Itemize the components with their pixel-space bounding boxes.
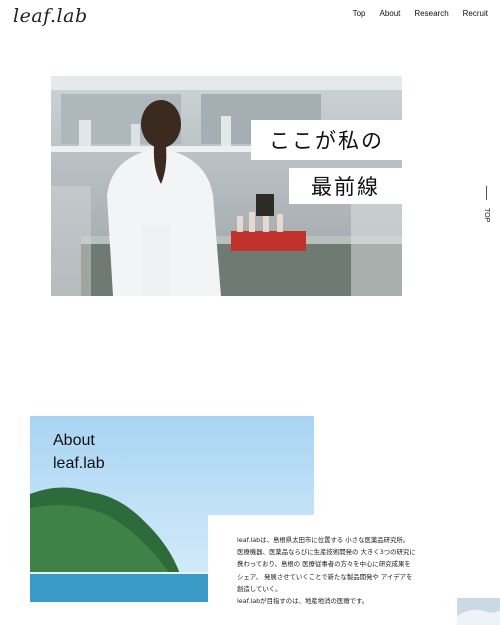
about-heading: About leaf.lab [53, 429, 105, 475]
about-line: 創造していく。 [237, 584, 282, 593]
main-nav: Top About Research Recruit [353, 9, 488, 18]
hero-caption-line2: 最前線 [289, 168, 402, 204]
site-logo[interactable]: leaf.lab [13, 5, 88, 27]
nav-top[interactable]: Top [353, 9, 366, 18]
hero-caption-line1: ここが私の [251, 120, 402, 160]
about-line: 医療機器、医薬品ならびに生産技術開発の 大きく3つの研究に [237, 548, 416, 557]
about-line: leaf.labは、島根県太田市に位置する 小さな医薬品研究所。 [237, 536, 410, 544]
research-thumbnail-image [457, 598, 500, 625]
about-line: 携わっており、島根の 医療従事者の方々を中心に研究成果を [237, 560, 411, 569]
hero-image: ここが私の 最前線 [51, 76, 402, 296]
about-description: leaf.labは、島根県太田市に位置する 小さな医薬品研究所。 医療機器、医薬… [237, 534, 437, 607]
back-to-top-link[interactable]: TOP [478, 186, 494, 230]
about-line: leaf.labが目指すのは、地産地消の医療です。 [237, 597, 369, 606]
nav-about[interactable]: About [380, 9, 401, 18]
about-line: シェア、 発展させていくことで新たな製品開発や アイデアを [237, 572, 413, 581]
arrow-up-icon [486, 186, 487, 200]
nav-research[interactable]: Research [414, 9, 448, 18]
about-heading-line1: About [53, 432, 95, 449]
sky-thumbnail-illustration [457, 598, 500, 625]
nav-recruit[interactable]: Recruit [463, 9, 488, 18]
about-heading-line2: leaf.lab [53, 455, 105, 472]
back-to-top-label: TOP [483, 208, 490, 223]
